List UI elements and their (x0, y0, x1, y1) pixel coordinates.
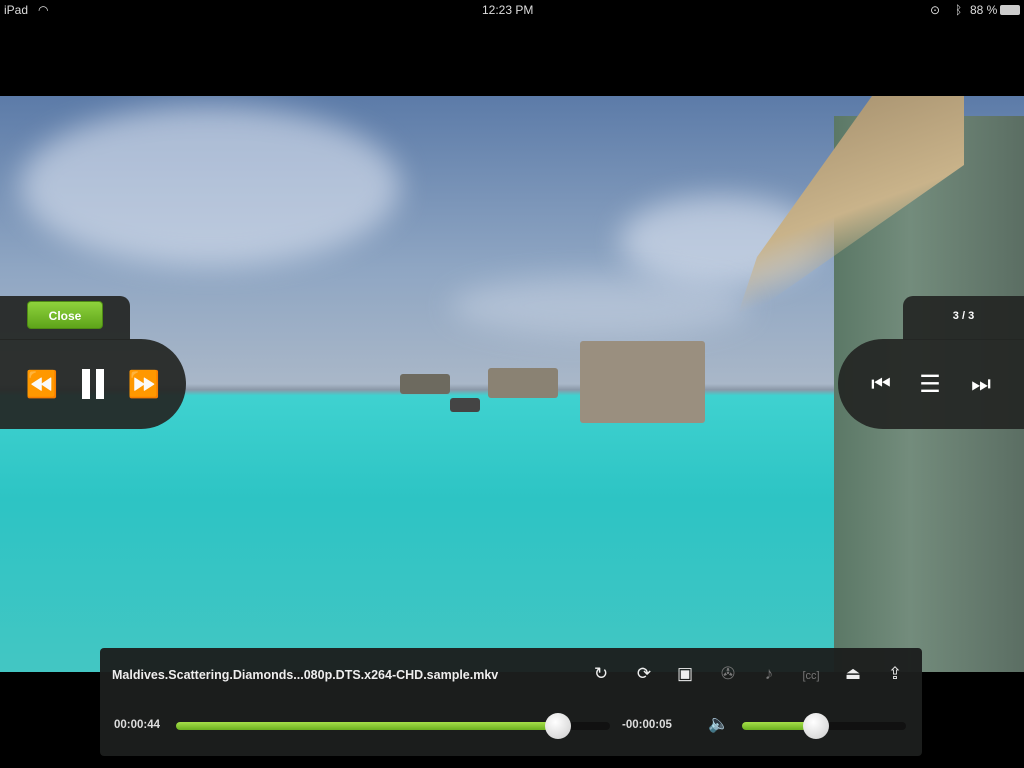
fast-forward-icon[interactable]: ⏩ (124, 369, 164, 399)
share-icon[interactable]: ⇪ (882, 664, 908, 688)
seek-slider[interactable] (176, 713, 610, 739)
pause-icon[interactable] (76, 367, 110, 401)
previous-track-icon[interactable]: ⏮ (866, 369, 896, 399)
film-reel-icon[interactable]: ✇ (715, 664, 741, 688)
rewind-icon[interactable]: ⏪ (22, 369, 62, 399)
playlist-controls: ⏮ ☰ ⏭ (838, 339, 1024, 429)
volume-knob[interactable] (802, 713, 829, 739)
bottom-control-bar: Maldives.Scattering.Diamonds...080p.DTS.… (100, 648, 922, 756)
repeat-icon[interactable]: ⟳ (631, 664, 657, 688)
seek-progress (176, 722, 558, 730)
volume-slider[interactable] (742, 713, 906, 739)
file-name: Maldives.Scattering.Diamonds...080p.DTS.… (112, 668, 499, 682)
bluetooth-icon: ᛒ (955, 3, 963, 17)
close-tab: Close (0, 296, 130, 340)
remaining-time: -00:00:05 (622, 719, 672, 731)
clock: 12:23 PM (482, 3, 534, 17)
airplay-icon[interactable]: ⏏ (840, 664, 866, 688)
close-button[interactable]: Close (27, 301, 103, 329)
battery-icon (1000, 5, 1020, 15)
playlist-counter: 3 / 3 (903, 296, 1024, 340)
wifi-icon: ◠ (38, 3, 49, 17)
playlist-icon[interactable]: ☰ (914, 369, 946, 399)
playback-controls: ⏪ ⏩ (0, 339, 186, 429)
device-label: iPad (4, 3, 29, 17)
aspect-ratio-icon[interactable]: ▣ (672, 664, 698, 688)
replay-icon[interactable]: ↻ (588, 664, 614, 688)
seek-knob[interactable] (544, 713, 571, 739)
rotation-lock-icon: ⊙ (930, 3, 941, 17)
status-bar: iPad ◠ 12:23 PM ⊙ ᛒ 88 % (0, 0, 1024, 20)
elapsed-time: 00:00:44 (114, 719, 161, 731)
battery-label: 88 % (970, 3, 998, 17)
volume-icon[interactable]: 🔈 (706, 714, 732, 738)
subtitles-icon[interactable]: [cc] (798, 664, 824, 688)
audio-track-icon[interactable]: ♪ (756, 664, 782, 688)
next-track-icon[interactable]: ⏭ (966, 369, 996, 399)
